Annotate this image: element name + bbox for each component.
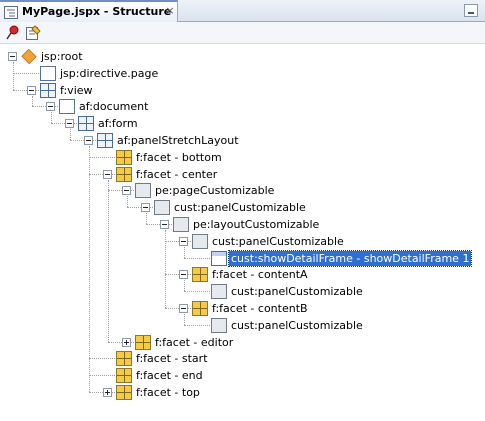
tree-node[interactable]: af:panelStretchLayout xyxy=(0,132,485,149)
tree-node[interactable]: f:facet - end xyxy=(0,367,485,384)
frame-icon xyxy=(211,250,227,266)
tree-node-label: f:facet - contentA xyxy=(212,268,308,282)
facet-icon xyxy=(192,267,208,283)
collapse-icon[interactable] xyxy=(160,220,169,229)
tree-node[interactable]: cust:panelCustomizable xyxy=(0,317,485,334)
customizable-icon xyxy=(211,284,227,300)
tree-node-label: af:panelStretchLayout xyxy=(117,134,239,147)
tree-node[interactable]: af:form xyxy=(0,115,485,132)
facet-icon xyxy=(116,149,132,165)
tree-node[interactable]: f:facet - bottom xyxy=(0,149,485,166)
layout-customizable-icon xyxy=(173,217,189,232)
tree-node[interactable]: f:facet - start xyxy=(0,350,485,367)
expand-icon[interactable] xyxy=(103,388,112,397)
tree-node[interactable]: f:facet - contentB xyxy=(0,300,485,317)
collapse-icon[interactable] xyxy=(84,136,93,145)
tree-node-label: f:facet - center xyxy=(136,167,218,181)
tree-node-label-selected: cust:showDetailFrame - showDetailFrame 1 xyxy=(227,249,473,267)
tree-node-label: cust:panelCustomizable xyxy=(231,285,363,299)
tree-node[interactable]: pe:pageCustomizable xyxy=(0,182,485,199)
collapse-icon[interactable] xyxy=(141,203,150,213)
tree-node[interactable]: cust:panelCustomizable xyxy=(0,283,485,300)
tree-node[interactable]: jsp:root xyxy=(0,48,485,65)
minimize-button[interactable] xyxy=(464,4,478,17)
collapse-icon[interactable] xyxy=(122,186,131,196)
tree-node[interactable]: af:document xyxy=(0,98,485,115)
tab-title: MyPage.jspx - Structure xyxy=(22,5,172,18)
facet-icon xyxy=(135,334,151,350)
tree-node[interactable]: f:facet - contentA xyxy=(0,266,485,283)
tree-node-label: f:facet - editor xyxy=(155,335,234,349)
directive-icon xyxy=(40,65,56,81)
collapse-icon[interactable] xyxy=(27,85,36,95)
tree-node[interactable]: f:view xyxy=(0,82,485,99)
facet-icon xyxy=(116,351,132,367)
pin-icon[interactable] xyxy=(5,25,21,41)
tree-node-label: cust:panelCustomizable xyxy=(174,201,306,215)
customizable-icon xyxy=(192,233,208,249)
tree-node-label: jsp:root xyxy=(41,50,83,63)
facet-icon xyxy=(116,368,132,384)
structure-icon xyxy=(4,6,18,19)
tree-node[interactable]: f:facet - center xyxy=(0,166,485,183)
tree-node-label: f:facet - contentB xyxy=(212,302,308,315)
toolbar xyxy=(0,22,485,44)
tree-node-label: f:facet - top xyxy=(136,386,200,399)
tree-node-label: f:view xyxy=(60,83,93,97)
tree-node-label: pe:pageCustomizable xyxy=(155,184,275,198)
panel-layout-icon xyxy=(97,133,113,148)
view-icon xyxy=(40,82,56,98)
tree-node[interactable]: cust:panelCustomizable xyxy=(0,199,485,216)
tab-bar: MyPage.jspx - Structure × xyxy=(0,0,485,22)
customizable-icon xyxy=(135,183,151,199)
collapse-icon[interactable] xyxy=(179,270,188,280)
tree-node[interactable]: cust:panelCustomizable xyxy=(0,233,485,250)
tree-node-label: af:document xyxy=(79,100,149,114)
document-icon xyxy=(59,99,75,115)
collapse-icon[interactable] xyxy=(179,304,188,313)
tree-node[interactable]: jsp:directive.page xyxy=(0,65,485,82)
tree-node-label: f:facet - start xyxy=(136,352,208,366)
tree-node-label: jsp:directive.page xyxy=(60,66,159,80)
facet-icon xyxy=(192,301,208,316)
tree-node-label: f:facet - bottom xyxy=(136,150,222,164)
jsp-root-icon xyxy=(21,48,37,65)
properties-icon[interactable] xyxy=(25,25,41,41)
collapse-icon[interactable] xyxy=(65,119,74,129)
tree-node-label: af:form xyxy=(98,117,138,131)
collapse-icon[interactable] xyxy=(8,52,17,61)
tree-node-label: f:facet - end xyxy=(136,369,203,383)
tree-node[interactable]: pe:layoutCustomizable xyxy=(0,216,485,233)
tree-node[interactable]: f:facet - top xyxy=(0,384,485,401)
form-icon xyxy=(78,116,94,132)
tree-node-label: cust:panelCustomizable xyxy=(231,318,363,332)
structure-tree: jsp:root jsp:directive.page f:view af:docum… xyxy=(0,44,485,421)
tree-node[interactable]: f:facet - editor xyxy=(0,334,485,351)
close-icon[interactable]: × xyxy=(164,4,176,18)
customizable-icon xyxy=(154,200,170,216)
collapse-icon[interactable] xyxy=(103,169,112,179)
tree-node[interactable]: cust:showDetailFrame - showDetailFrame 1 xyxy=(0,249,485,267)
tree-node-label: pe:layoutCustomizable xyxy=(193,218,320,231)
customizable-icon xyxy=(211,317,227,333)
tree-node-label: cust:panelCustomizable xyxy=(212,234,344,248)
collapse-icon[interactable] xyxy=(179,236,188,246)
structure-tab[interactable]: MyPage.jspx - Structure × xyxy=(0,0,178,22)
collapse-icon[interactable] xyxy=(46,102,55,112)
facet-icon xyxy=(116,385,132,400)
expand-icon[interactable] xyxy=(122,337,131,347)
facet-icon xyxy=(116,166,132,182)
